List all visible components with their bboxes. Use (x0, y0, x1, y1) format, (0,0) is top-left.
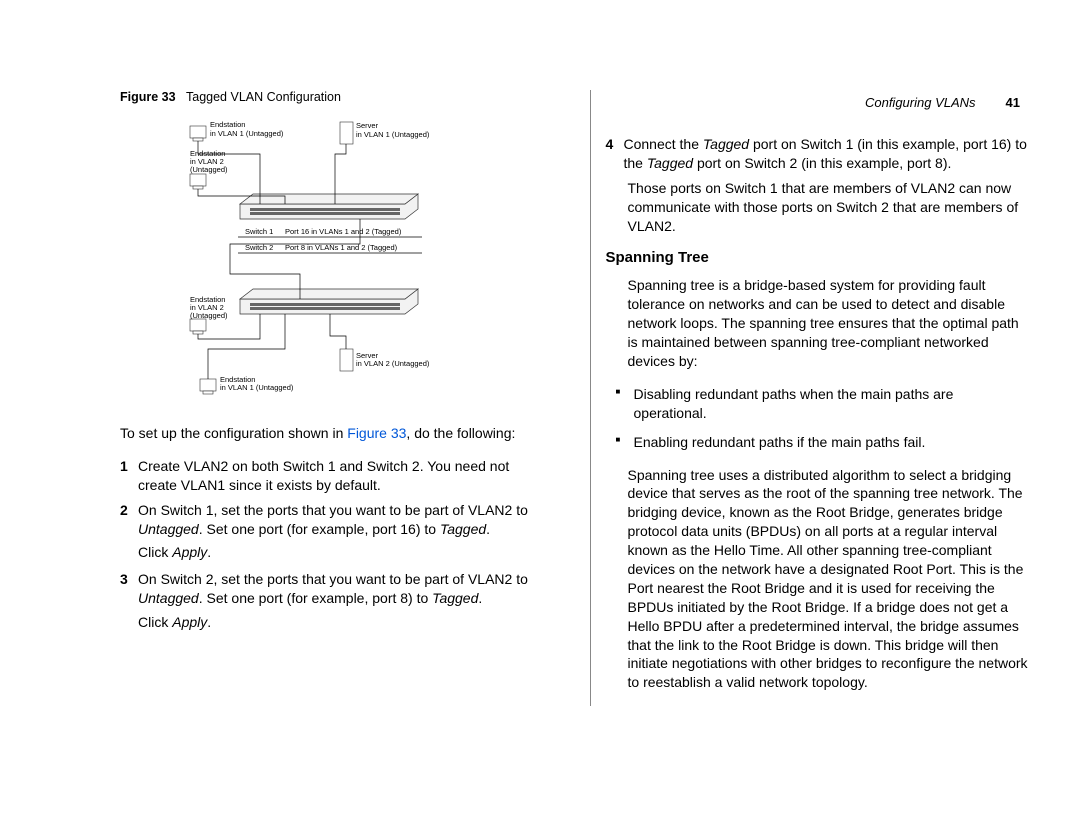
svg-text:(Untagged): (Untagged) (190, 165, 228, 174)
svg-text:Port 16 in VLANs 1 and 2 (Tagg: Port 16 in VLANs 1 and 2 (Tagged) (285, 227, 402, 236)
endstation-icon (190, 319, 206, 334)
svg-text:Endstation: Endstation (210, 120, 245, 129)
section-title: Configuring VLANs (865, 95, 976, 110)
list-item: Enabling redundant paths if the main pat… (634, 433, 1031, 452)
figure-caption: Figure 33 Tagged VLAN Configuration (120, 90, 545, 104)
page-header: Configuring VLANs 41 (865, 95, 1020, 110)
page-number: 41 (1006, 95, 1020, 110)
svg-text:Switch 1: Switch 1 (245, 227, 273, 236)
figure-link[interactable]: Figure 33 (347, 425, 406, 441)
server-icon (340, 349, 353, 371)
svg-text:Switch 2: Switch 2 (245, 243, 273, 252)
svg-text:in VLAN 2 (Untagged): in VLAN 2 (Untagged) (356, 359, 430, 368)
switch-2-icon (240, 289, 418, 314)
click-apply-2: Click Apply. (138, 614, 545, 630)
switch-1-icon (240, 194, 418, 219)
endstation-icon (200, 379, 216, 394)
svg-text:Server: Server (356, 121, 379, 130)
svg-text:in VLAN 1 (Untagged): in VLAN 1 (Untagged) (210, 129, 284, 138)
endstation-icon (190, 126, 206, 141)
endstation-icon (190, 174, 206, 189)
spanning-tree-intro: Spanning tree is a bridge-based system f… (628, 276, 1031, 370)
svg-text:(Untagged): (Untagged) (190, 311, 228, 320)
svg-text:Port 8 in VLANs 1 and 2 (Tagge: Port 8 in VLANs 1 and 2 (Tagged) (285, 243, 398, 252)
svg-text:in VLAN 1 (Untagged): in VLAN 1 (Untagged) (220, 383, 294, 392)
step-4: 4 Connect the Tagged port on Switch 1 (i… (606, 135, 1031, 173)
step-2: 2 On Switch 1, set the ports that you wa… (120, 501, 545, 539)
spanning-tree-heading: Spanning Tree (606, 249, 1031, 266)
figure-caption-text: Tagged VLAN Configuration (186, 90, 341, 104)
click-apply-1: Click Apply. (138, 544, 545, 560)
figure-label: Figure 33 (120, 90, 176, 104)
step-3: 3 On Switch 2, set the ports that you wa… (120, 570, 545, 608)
vlan-diagram: Endstation in VLAN 1 (Untagged) Server i… (120, 110, 545, 408)
server-icon (340, 122, 353, 144)
spanning-tree-bullets: Disabling redundant paths when the main … (606, 385, 1031, 452)
list-item: Disabling redundant paths when the main … (634, 385, 1031, 423)
intro-paragraph: To set up the configuration shown in Fig… (120, 424, 545, 443)
spanning-tree-detail: Spanning tree uses a distributed algorit… (628, 466, 1031, 693)
step-1: 1 Create VLAN2 on both Switch 1 and Swit… (120, 457, 545, 495)
svg-text:in VLAN 1 (Untagged): in VLAN 1 (Untagged) (356, 130, 430, 139)
vlan-note: Those ports on Switch 1 that are members… (628, 179, 1031, 236)
